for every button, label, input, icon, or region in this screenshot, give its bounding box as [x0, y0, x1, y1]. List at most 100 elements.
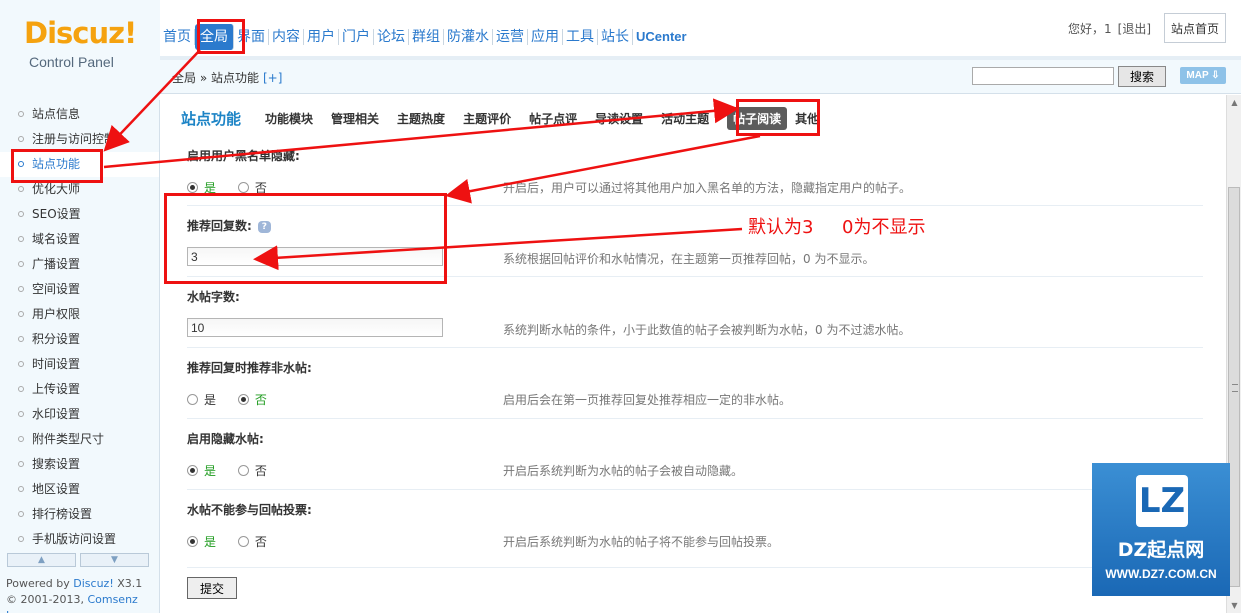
scroll-up-icon[interactable]: ▲ [1227, 95, 1241, 110]
nav-item[interactable]: UCenter [633, 29, 690, 45]
bullet-icon [18, 511, 24, 517]
nav-item[interactable]: 防灌水 [444, 29, 493, 45]
sidebar-item[interactable]: 排行榜设置 [0, 502, 159, 527]
divider [187, 567, 1203, 568]
water-length-input[interactable] [187, 318, 443, 337]
nav-item[interactable]: 用户 [304, 29, 339, 45]
sidebar-item-label: 优化大师 [32, 182, 81, 196]
sidebar-item[interactable]: 站点信息 [0, 102, 159, 127]
radio-circle-icon [187, 465, 198, 476]
scroll-down-icon[interactable]: ▼ [1227, 598, 1241, 613]
nav-item[interactable]: 全局 [195, 24, 234, 50]
vote-radios: 是 否 [187, 533, 285, 550]
sidebar-item[interactable]: SEO设置 [0, 202, 159, 227]
tab[interactable]: 其他 [795, 110, 819, 127]
greeting-text: 您好，1 [1068, 22, 1112, 36]
bullet-icon [18, 386, 24, 392]
sidebar-item[interactable]: 地区设置 [0, 477, 159, 502]
map-button[interactable]: MAP ⇩ [1180, 67, 1226, 84]
sidebar-item-label: 用户权限 [32, 307, 81, 321]
tab[interactable]: 活动主题 [661, 110, 709, 127]
submit-button[interactable]: 提交 [187, 577, 237, 599]
watermark-name: DZ起点网 [1117, 539, 1205, 561]
radio-circle-icon [237, 536, 249, 547]
nav-item[interactable]: 应用 [528, 29, 563, 45]
setting-description: 开启后，用户可以通过将其他用户加入黑名单的方法，隐藏指定用户的帖子。 [503, 181, 912, 195]
blacklist-radios: 是 否 [187, 179, 285, 196]
vote-yes-radio[interactable]: 是 [187, 533, 216, 550]
header: 首页 全局 界面 内容 用户 门户 论坛 群组 防灌水 运营 应用 工具 站长 UCenter 您好，1 … [0, 0, 1241, 60]
sidebar-item-label: 手机版访问设置 [32, 532, 117, 546]
nonwater-no-radio[interactable]: 否 [237, 391, 267, 408]
nav-item[interactable]: 首页 [160, 29, 195, 45]
sidebar-item[interactable]: 注册与访问控制 [0, 127, 159, 152]
sidebar-item[interactable]: 域名设置 [0, 227, 159, 252]
nav-item[interactable]: 工具 [563, 29, 598, 45]
sidebar-item[interactable]: 上传设置 [0, 377, 159, 402]
nav-item[interactable]: 群组 [409, 29, 444, 45]
tab[interactable]: 帖子点评 [529, 110, 577, 127]
logout-link[interactable]: [退出] [1118, 20, 1151, 37]
vote-no-radio[interactable]: 否 [237, 533, 267, 550]
feature-tabs: 站点功能 功能模块 管理相关 主题热度 主题评价 帖子点评 导读设置 活动主题 帖子阅读 其他 [181, 103, 837, 133]
sidebar-item[interactable]: 站点功能 [0, 152, 159, 177]
sidebar-item[interactable]: 附件类型尺寸 [0, 427, 159, 452]
sidebar-item[interactable]: 空间设置 [0, 277, 159, 302]
logo[interactable]: Discuz! Control Panel [0, 0, 160, 100]
sidebar-scroll-up-icon[interactable]: ▲ [7, 553, 76, 567]
setting-title: 水帖字数: [187, 290, 240, 304]
nav-item[interactable]: 运营 [493, 29, 528, 45]
radio-circle-icon [237, 182, 249, 193]
sidebar-item[interactable]: 积分设置 [0, 327, 159, 352]
divider [187, 489, 1203, 490]
help-icon[interactable]: ? [257, 220, 271, 233]
divider [187, 418, 1203, 419]
sidebar-item-label: 水印设置 [32, 407, 81, 421]
divider [187, 347, 1203, 348]
tab[interactable]: 帖子阅读 [727, 106, 788, 130]
tab[interactable]: 主题评价 [463, 110, 511, 127]
sidebar-item[interactable]: 手机版访问设置 [0, 527, 159, 552]
sidebar-item-label: 注册与访问控制 [32, 132, 117, 146]
tab[interactable]: 导读设置 [595, 110, 643, 127]
nonwater-radios: 是 否 [187, 391, 285, 408]
setting-recommend-nonwater: 推荐回复时推荐非水帖: 是 否 启用后会在第一页推荐回复处推荐相应一定的非水帖。 [187, 355, 1203, 417]
nav-item[interactable]: 论坛 [374, 29, 409, 45]
tab[interactable]: 功能模块 [265, 110, 313, 127]
sidebar-scroll-buttons: ▲ ▼ [7, 553, 149, 567]
bullet-icon [18, 286, 24, 292]
powered-product-link[interactable]: Discuz! [73, 577, 113, 590]
tab[interactable]: 主题热度 [397, 110, 445, 127]
recommend-count-input[interactable] [187, 247, 443, 266]
blacklist-yes-radio[interactable]: 是 [187, 179, 216, 196]
sidebar-item[interactable]: 时间设置 [0, 352, 159, 377]
bullet-icon [18, 261, 24, 267]
hide-water-yes-radio[interactable]: 是 [187, 462, 216, 479]
blacklist-no-radio[interactable]: 否 [237, 179, 267, 196]
sidebar-item-label: 广播设置 [32, 257, 81, 271]
site-home-button[interactable]: 站点首页 [1164, 13, 1226, 43]
nav-item[interactable]: 门户 [339, 29, 374, 45]
nav-item[interactable]: 内容 [269, 29, 304, 45]
sidebar-item[interactable]: 优化大师 [0, 177, 159, 202]
add-shortcut-link[interactable]: [+] [263, 71, 282, 85]
radio-circle-icon [187, 536, 198, 547]
bullet-icon [18, 361, 24, 367]
sidebar-item[interactable]: 水印设置 [0, 402, 159, 427]
sidebar-scroll-down-icon[interactable]: ▼ [80, 553, 149, 567]
search-button[interactable]: 搜索 [1118, 66, 1166, 87]
sidebar-item-label: 积分设置 [32, 332, 81, 346]
sidebar-item[interactable]: 用户权限 [0, 302, 159, 327]
sidebar-item[interactable]: 搜索设置 [0, 452, 159, 477]
search-input[interactable] [972, 67, 1114, 85]
nav-item[interactable]: 界面 [234, 29, 269, 45]
hide-water-no-radio[interactable]: 否 [237, 462, 267, 479]
nav-item[interactable]: 站长 [598, 29, 633, 45]
top-nav: 首页 全局 界面 内容 用户 门户 论坛 群组 防灌水 运营 应用 工具 站长 UCenter [160, 22, 690, 52]
sidebar-item-label: 搜索设置 [32, 457, 81, 471]
tab[interactable]: 管理相关 [331, 110, 379, 127]
sidebar: 站点信息注册与访问控制站点功能优化大师 SEO设置 域名设置广播设置空间设置用户权限… [0, 94, 160, 613]
nonwater-yes-radio[interactable]: 是 [187, 391, 216, 408]
powered-prefix: Powered by [6, 577, 74, 590]
sidebar-item[interactable]: 广播设置 [0, 252, 159, 277]
